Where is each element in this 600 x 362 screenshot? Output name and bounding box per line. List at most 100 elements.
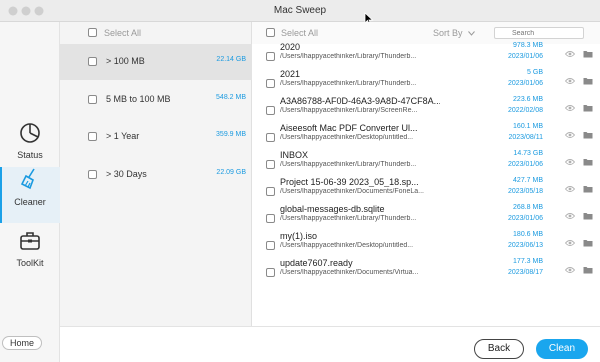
folder-icon[interactable] (583, 266, 593, 274)
file-checkbox[interactable] (266, 268, 275, 277)
file-size: 160.1 MB (513, 123, 543, 130)
category-label: > 100 MB (106, 56, 145, 66)
file-date: 2023/01/06 (507, 80, 543, 87)
file-date: 2022/02/08 (507, 107, 543, 114)
file-row[interactable]: INBOX/Users/lhappyacethinker/Library/Thu… (252, 150, 600, 177)
eye-icon[interactable] (565, 212, 575, 220)
file-panel: Select All Sort By 2020/Users/lhappyacet… (252, 22, 600, 326)
toolbox-icon (20, 232, 40, 250)
select-all-label: Select All (104, 28, 142, 38)
file-checkbox[interactable] (266, 133, 275, 142)
file-name: INBOX (280, 150, 309, 160)
file-checkbox[interactable] (266, 160, 275, 169)
file-checkbox[interactable] (266, 52, 275, 61)
file-name: Project 15-06-39 2023_05_18.sp... (280, 177, 419, 187)
chevron-down-icon (468, 31, 475, 36)
select-all-categories-checkbox[interactable] (88, 28, 97, 37)
file-size: 177.3 MB (513, 258, 543, 265)
sidebar-item-label: ToolKit (16, 258, 44, 268)
file-date: 2023/01/06 (507, 215, 543, 222)
eye-icon[interactable] (565, 50, 575, 58)
file-row[interactable]: 2020/Users/lhappyacethinker/Library/Thun… (252, 42, 600, 69)
file-name: Aiseesoft Mac PDF Converter Ul... (280, 123, 418, 133)
category-label: 5 MB to 100 MB (106, 94, 171, 104)
file-name: update7607.ready (280, 258, 353, 268)
file-checkbox[interactable] (266, 214, 275, 223)
category-checkbox[interactable] (88, 57, 97, 66)
file-date: 2023/01/06 (507, 53, 543, 60)
eye-icon[interactable] (565, 104, 575, 112)
eye-icon[interactable] (565, 185, 575, 193)
eye-icon[interactable] (565, 158, 575, 166)
file-path: /Users/lhappyacethinker/Library/Thunderb… (280, 53, 417, 60)
category-checkbox[interactable] (88, 132, 97, 141)
sidebar: Status Cleaner ToolKit Home (0, 22, 60, 362)
category-header: Select All (60, 22, 252, 44)
folder-icon[interactable] (583, 158, 593, 166)
file-row[interactable]: A3A86788-AF0D-46A3-9A8D-47CF8A.../Users/… (252, 96, 600, 123)
footer-bar: Back Clean (60, 326, 600, 362)
file-row[interactable]: Aiseesoft Mac PDF Converter Ul.../Users/… (252, 123, 600, 150)
category-size: 359.9 MB (216, 131, 246, 138)
folder-icon[interactable] (583, 185, 593, 193)
folder-icon[interactable] (583, 131, 593, 139)
file-date: 2023/06/13 (507, 242, 543, 249)
file-path: /Users/lhappyacethinker/Library/Thunderb… (280, 80, 417, 87)
file-list-header: Select All Sort By (252, 22, 600, 44)
sort-by-dropdown[interactable]: Sort By (433, 28, 475, 38)
folder-icon[interactable] (583, 212, 593, 220)
file-row[interactable]: global-messages-db.sqlite/Users/lhappyac… (252, 204, 600, 231)
file-checkbox[interactable] (266, 79, 275, 88)
category-label: > 1 Year (106, 131, 140, 141)
file-checkbox[interactable] (266, 241, 275, 250)
file-size: 180.6 MB (513, 231, 543, 238)
select-all-files-checkbox[interactable] (266, 28, 275, 37)
back-button[interactable]: Back (474, 339, 524, 359)
file-name: A3A86788-AF0D-46A3-9A8D-47CF8A... (280, 96, 440, 106)
category-row-over-30-days[interactable]: > 30 Days 22.09 GB (60, 157, 252, 193)
file-size: 427.7 MB (513, 177, 543, 184)
folder-icon[interactable] (583, 50, 593, 58)
category-row-over-100mb[interactable]: > 100 MB 22.14 GB (60, 44, 252, 80)
sidebar-item-label: Status (17, 150, 43, 160)
eye-icon[interactable] (565, 239, 575, 247)
app-title: Mac Sweep (273, 5, 327, 16)
file-date: 2023/08/17 (507, 269, 543, 276)
file-path: /Users/lhappyacethinker/Library/Thunderb… (280, 215, 417, 222)
folder-icon[interactable] (583, 239, 593, 247)
category-checkbox[interactable] (88, 95, 97, 104)
file-row[interactable]: Project 15-06-39 2023_05_18.sp.../Users/… (252, 177, 600, 204)
clean-button[interactable]: Clean (536, 339, 588, 359)
home-button[interactable]: Home (2, 336, 42, 350)
folder-icon[interactable] (583, 104, 593, 112)
file-name: global-messages-db.sqlite (280, 204, 385, 214)
file-path: /Users/lhappyacethinker/Desktop/untitled… (280, 134, 414, 141)
file-name: 2020 (280, 42, 301, 52)
sidebar-item-cleaner[interactable]: Cleaner (0, 167, 60, 223)
select-all-label: Select All (281, 28, 319, 38)
file-row[interactable]: update7607.ready/Users/lhappyacethinker/… (252, 258, 600, 285)
search-input[interactable] (494, 27, 584, 39)
eye-icon[interactable] (565, 77, 575, 85)
pie-chart-icon (20, 123, 40, 143)
category-row-over-1-year[interactable]: > 1 Year 359.9 MB (60, 119, 252, 155)
category-row-5mb-to-100mb[interactable]: 5 MB to 100 MB 548.2 MB (60, 82, 252, 118)
file-path: /Users/lhappyacethinker/Documents/Virtua… (280, 269, 419, 276)
sidebar-item-label: Cleaner (14, 197, 46, 207)
eye-icon[interactable] (565, 131, 575, 139)
file-size: 14.73 GB (513, 150, 543, 157)
file-size: 223.6 MB (513, 96, 543, 103)
sidebar-item-toolkit[interactable]: ToolKit (0, 228, 60, 284)
folder-icon[interactable] (583, 77, 593, 85)
file-path: /Users/lhappyacethinker/Desktop/untitled… (280, 242, 414, 249)
category-size: 548.2 MB (216, 94, 246, 101)
file-checkbox[interactable] (266, 187, 275, 196)
broom-icon (20, 168, 35, 190)
file-path: /Users/lhappyacethinker/Documents/FoneLa… (280, 188, 424, 195)
category-checkbox[interactable] (88, 170, 97, 179)
file-checkbox[interactable] (266, 106, 275, 115)
file-size: 268.8 MB (513, 204, 543, 211)
file-row[interactable]: my(1).iso/Users/lhappyacethinker/Desktop… (252, 231, 600, 258)
eye-icon[interactable] (565, 266, 575, 274)
file-row[interactable]: 2021/Users/lhappyacethinker/Library/Thun… (252, 69, 600, 96)
